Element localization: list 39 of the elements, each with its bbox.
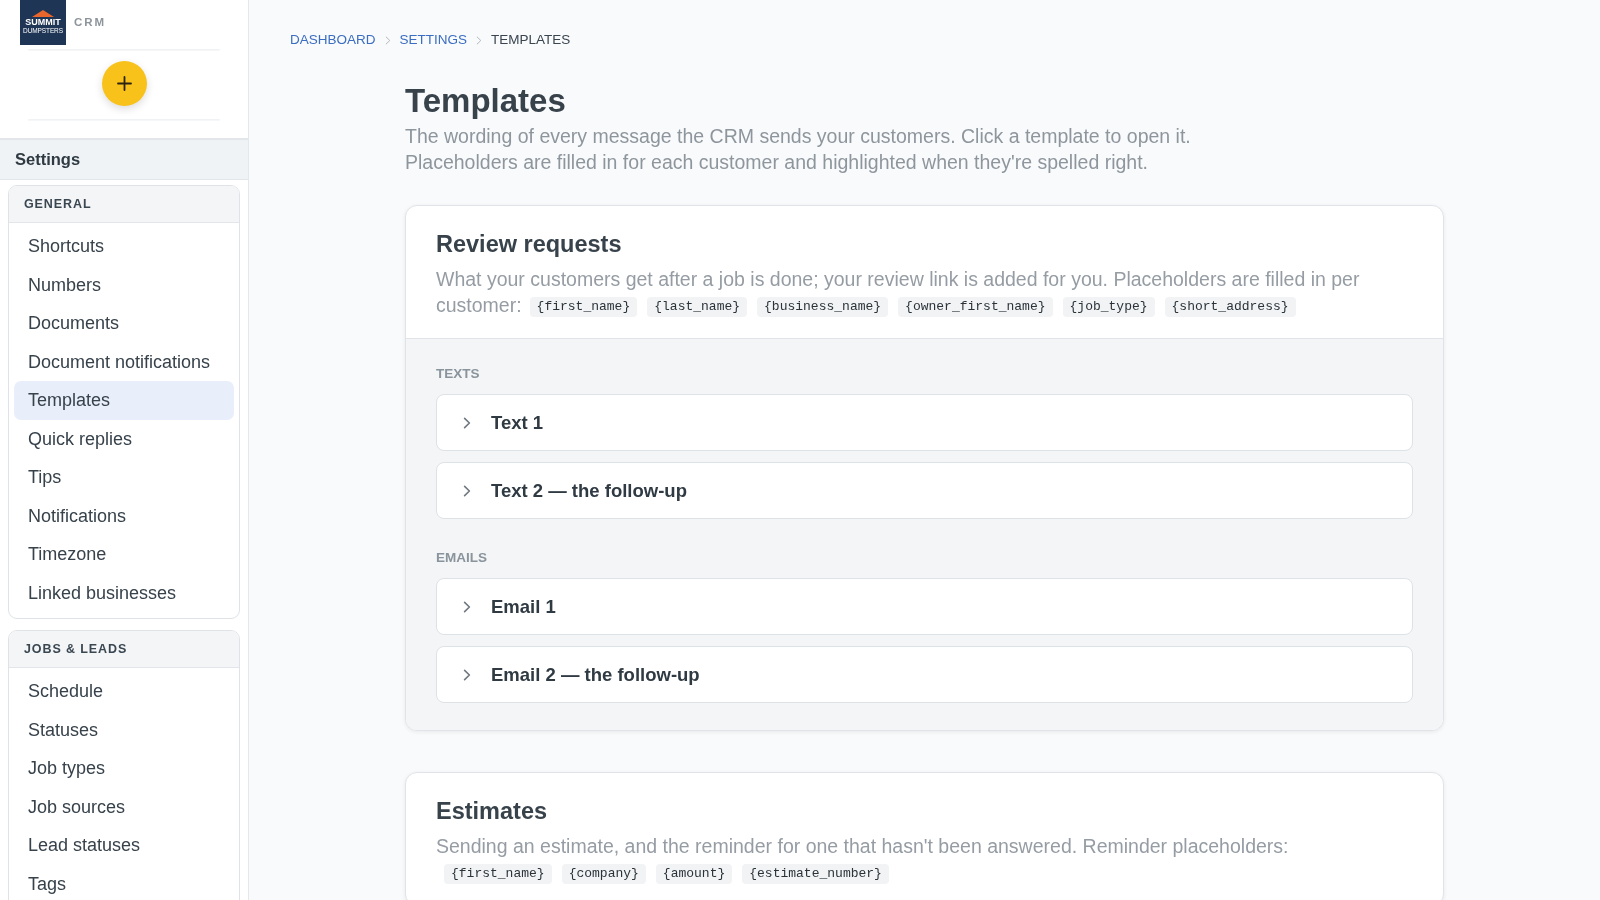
sidebar-item[interactable]: Quick replies xyxy=(14,419,234,458)
chevron-icon xyxy=(476,35,483,45)
chevron-icon xyxy=(384,35,391,45)
page-title: Templates xyxy=(405,82,567,120)
sidebar-heading: Settings xyxy=(15,149,81,171)
group-label: EMAILS xyxy=(436,549,488,566)
card-title: Estimates xyxy=(436,797,549,825)
sidebar-item[interactable]: Templates xyxy=(14,381,234,420)
sidebar-item[interactable]: Schedule xyxy=(14,672,234,711)
breadcrumb-link[interactable]: SETTINGS xyxy=(399,29,468,51)
sidebar-item[interactable]: Job sources xyxy=(14,787,234,826)
card-description: Sending an estimate, and the reminder for one that hasn't been answered. Reminder placeholders: {first_name} {company} {amount} {estimate_number} xyxy=(436,833,1381,885)
sidebar-item[interactable]: Shortcuts xyxy=(14,227,234,266)
app-label: CRM xyxy=(74,14,107,30)
sidebar-item[interactable]: Notifications xyxy=(14,496,234,535)
plus-icon xyxy=(116,76,132,91)
card-title: Review requests xyxy=(436,230,623,258)
template-row[interactable]: Email 2 — the follow-up xyxy=(436,646,1413,703)
sidebar-item[interactable]: Numbers xyxy=(14,265,234,304)
page-description: The wording of every message the CRM sends your customers. Click a template to open it. Placeholders are filled in for each customer and highlighted when they're spelled right. xyxy=(405,124,1192,175)
sidebar-item[interactable]: Documents xyxy=(14,304,234,343)
template-row[interactable]: Text 2 — the follow-up xyxy=(436,462,1413,519)
breadcrumb-link[interactable]: DASHBOARD xyxy=(290,29,376,51)
card-description: What your customers get after a job is done; your review link is added for you. Placeholders are filled in per customer: {first_name} {last_name} {business_name} {owner_first_name} {job_type} {short_address} xyxy=(436,267,1361,318)
sidebar-item[interactable]: Statuses xyxy=(14,710,234,749)
sidebar-item[interactable]: Lead statuses xyxy=(14,826,234,865)
sidebar-item[interactable]: Document notifications xyxy=(14,342,234,381)
sidebar-item[interactable]: Linked businesses xyxy=(14,573,234,612)
breadcrumb-current: TEMPLATES xyxy=(491,30,571,49)
group-heading: JOBS & LEADS xyxy=(24,640,128,658)
group-label: TEXTS xyxy=(436,365,481,382)
group-heading: GENERAL xyxy=(24,195,92,213)
sidebar-item[interactable]: Job types xyxy=(14,749,234,788)
sidebar-item[interactable]: Tags xyxy=(14,864,234,900)
template-row[interactable]: Text 1 xyxy=(436,394,1413,451)
sidebar-item[interactable]: Timezone xyxy=(14,535,234,574)
add-button[interactable] xyxy=(101,61,147,106)
sidebar-item[interactable]: Tips xyxy=(14,458,234,497)
template-row[interactable]: Email 1 xyxy=(436,578,1413,635)
